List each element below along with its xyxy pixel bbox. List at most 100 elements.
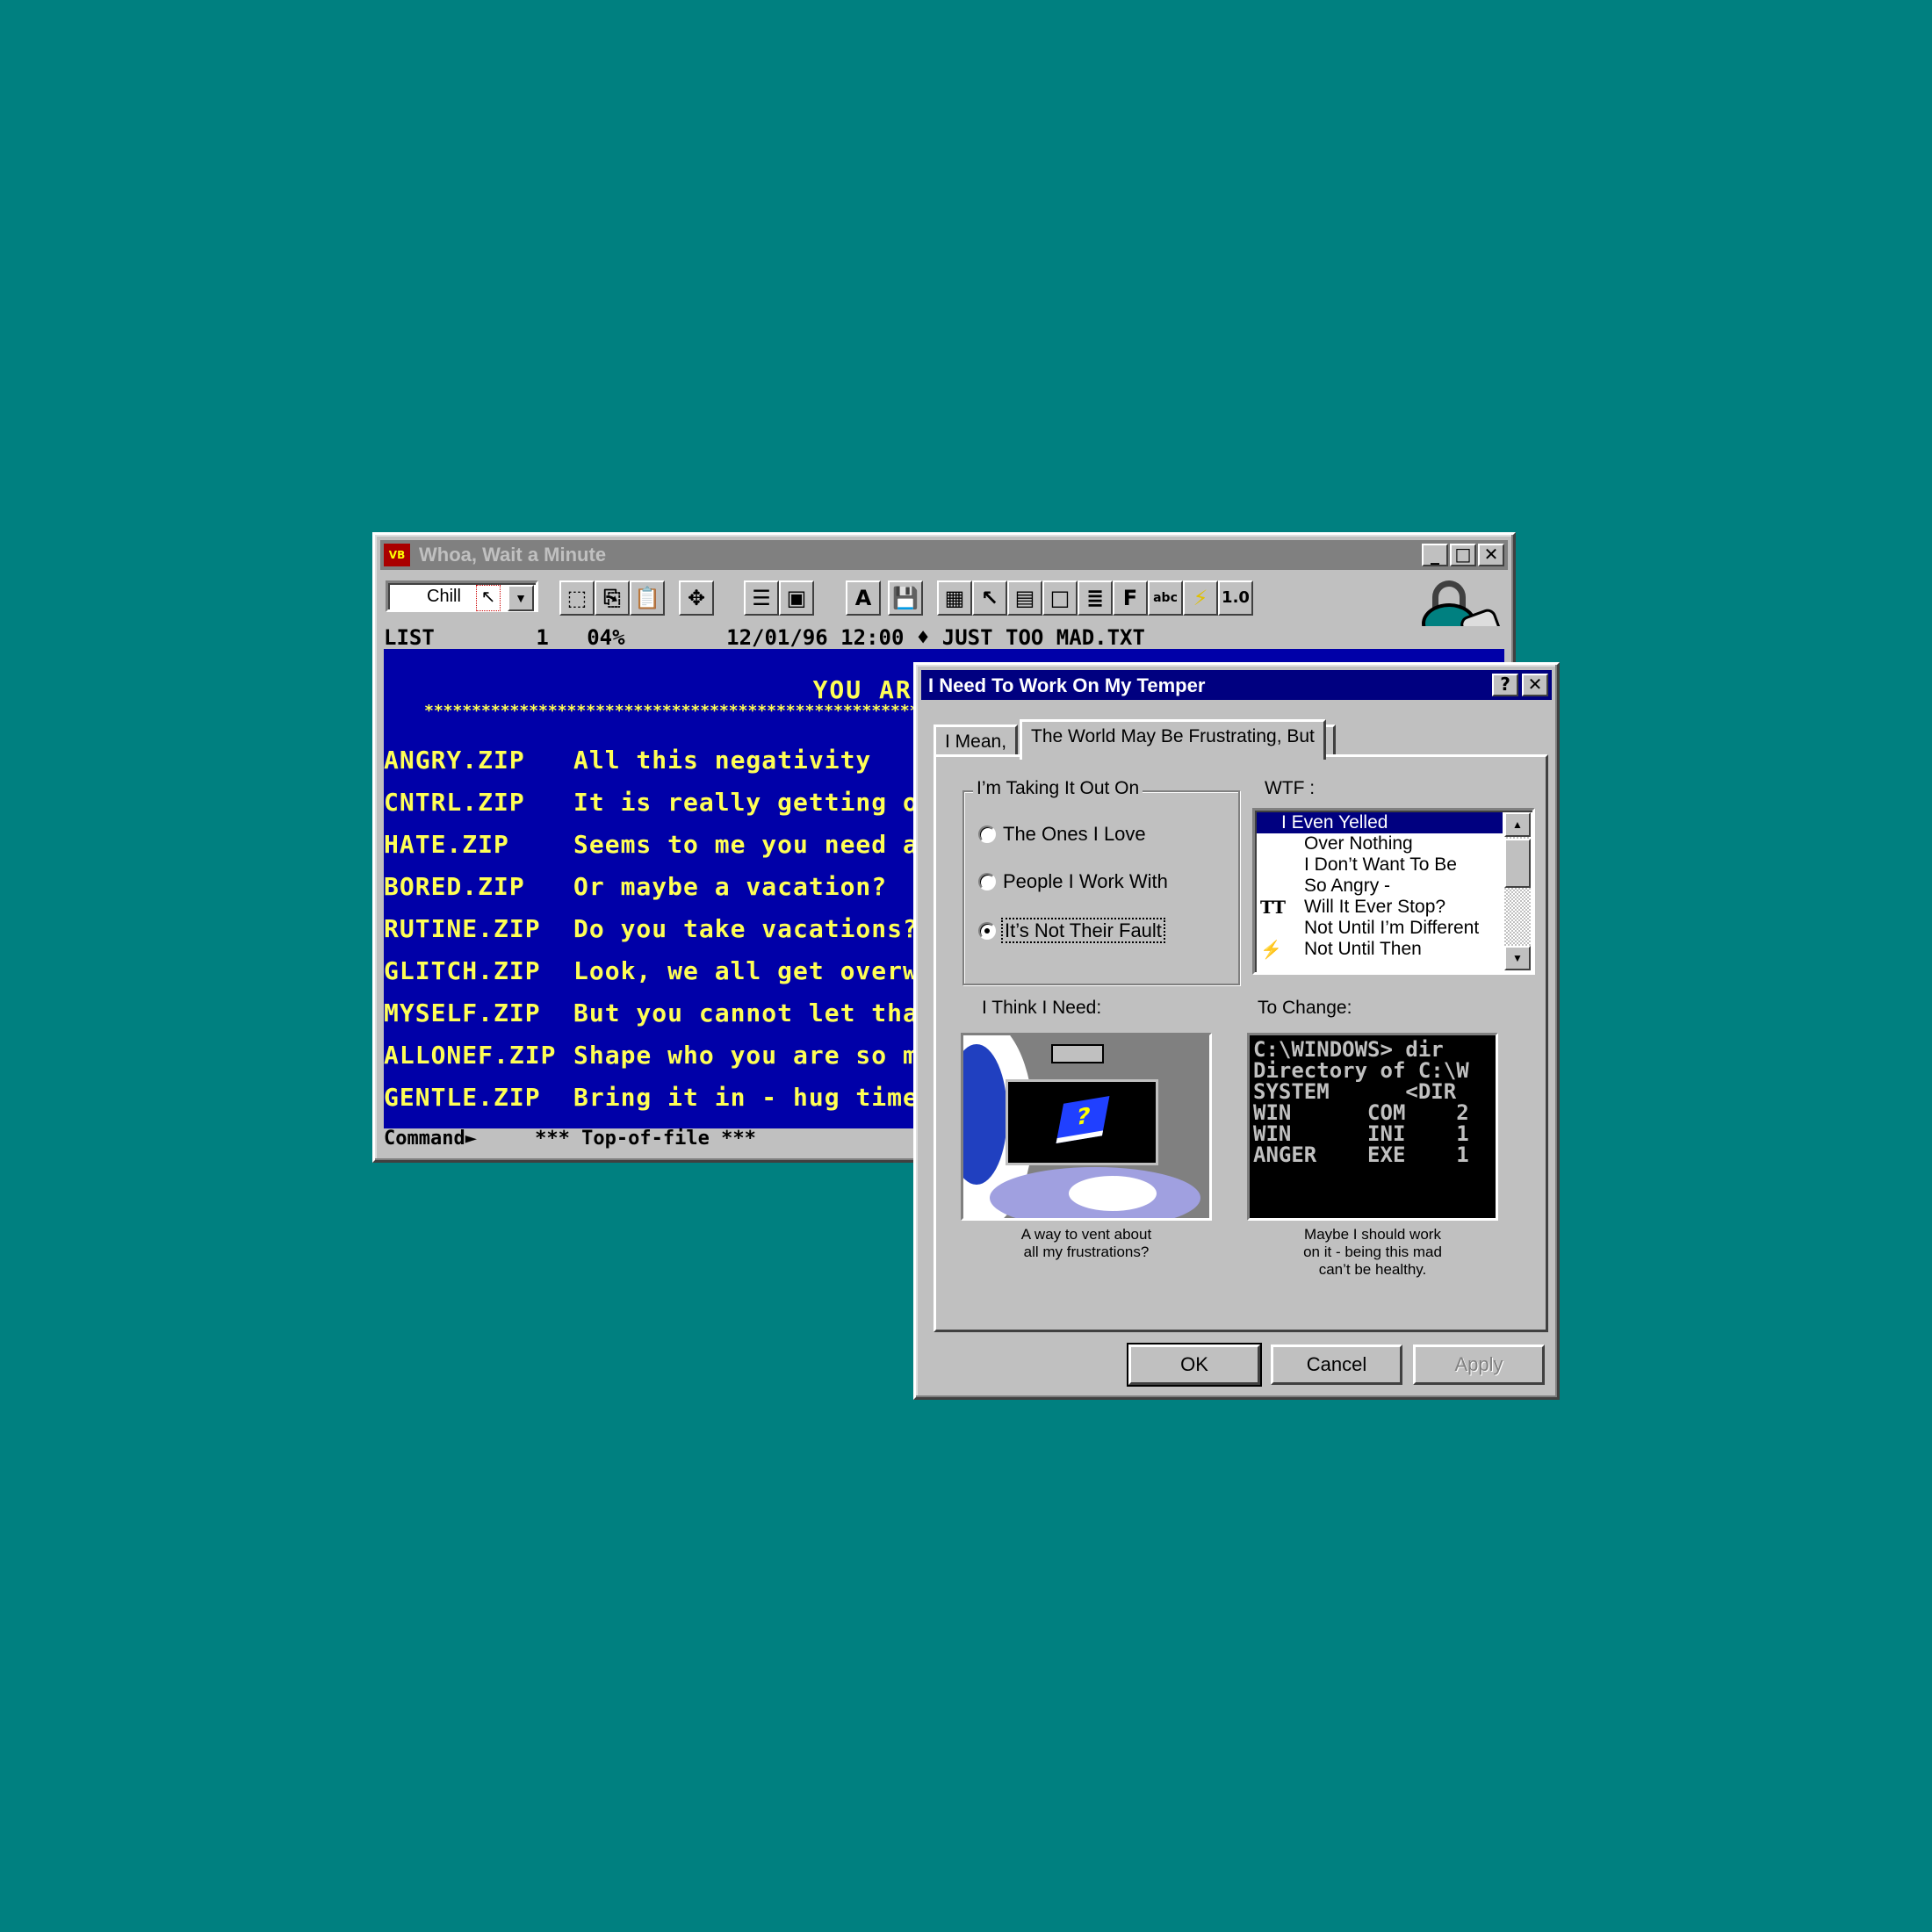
preview-window: ? — [1006, 1079, 1158, 1165]
dos-line: WIN INI 1 — [1253, 1121, 1469, 1146]
wtf-listbox[interactable]: I Even Yelled Over Nothing I Don’t Want To… — [1252, 808, 1535, 975]
help-button[interactable]: ? — [1492, 674, 1518, 696]
list-item[interactable]: Not Until I’m Different — [1257, 918, 1503, 939]
dos-line: WIN COM 2 — [1253, 1100, 1469, 1125]
taking-it-out-group: I’m Taking It Out On The Ones I Love Peo… — [962, 778, 1240, 985]
floppy-drive-icon — [1051, 1044, 1104, 1063]
minimize-button[interactable]: _ — [1422, 544, 1448, 566]
lightning-icon: ⚡ — [1260, 939, 1282, 960]
properties-icon[interactable]: ☰ — [744, 580, 779, 616]
dos-line: C:\WINDOWS> dir — [1253, 1037, 1444, 1062]
group-label: I’m Taking It Out On — [973, 778, 1143, 799]
close-button[interactable]: ✕ — [1522, 674, 1548, 696]
temper-dialog[interactable]: I Need To Work On My Temper ? ✕ I Mean, … — [913, 662, 1560, 1400]
tab-panel: I’m Taking It Out On The Ones I Love Peo… — [934, 754, 1548, 1332]
file-row[interactable]: GENTLE.ZIP Bring it in - hug time — [384, 1083, 919, 1112]
dialog-title: I Need To Work On My Temper — [928, 674, 1206, 696]
spellcheck-icon[interactable]: abc — [1148, 580, 1183, 616]
file-description: Look, we all get overw — [573, 956, 919, 985]
pointer-icon[interactable]: ↖ — [972, 580, 1007, 616]
file-row[interactable]: BORED.ZIP Or maybe a vacation? — [384, 872, 887, 901]
radio-people-i-work-with[interactable]: People I Work With — [978, 869, 1168, 896]
list-item[interactable]: TT Will It Ever Stop? — [1257, 897, 1503, 918]
apply-button[interactable]: Apply — [1413, 1344, 1545, 1385]
file-name: GLITCH.ZIP — [384, 956, 541, 985]
window-icon[interactable]: ▣ — [779, 580, 814, 616]
move-icon[interactable]: ✥ — [679, 580, 714, 616]
file-row[interactable]: CNTRL.ZIP It is really getting o — [384, 788, 919, 817]
maximize-button[interactable]: □ — [1450, 544, 1476, 566]
font-a-icon[interactable]: A — [846, 580, 881, 616]
mood-combo-value: Chill — [427, 587, 461, 606]
file-row[interactable]: GLITCH.ZIP Look, we all get overw — [384, 956, 919, 985]
dialog-titlebar[interactable]: I Need To Work On My Temper ? ✕ — [921, 670, 1552, 700]
listbox-scrollbar[interactable]: ▲ ▼ — [1504, 812, 1531, 970]
editor-title: Whoa, Wait a Minute — [419, 544, 607, 566]
radio-not-their-fault[interactable]: It’s Not Their Fault — [978, 918, 1165, 945]
app-icon[interactable]: VB — [384, 544, 410, 566]
change-caption: Maybe I should work on it - being this ma… — [1303, 1226, 1442, 1278]
font-icon: TT — [1260, 897, 1287, 918]
file-description: Or maybe a vacation? — [573, 872, 888, 901]
save-icon[interactable]: 💾 — [888, 580, 923, 616]
scroll-down-icon[interactable]: ▼ — [1504, 946, 1531, 970]
list-item-label: Over Nothing — [1304, 833, 1413, 854]
scroll-thumb[interactable] — [1504, 839, 1531, 888]
list-item-label: So Angry - — [1304, 876, 1391, 896]
list-item[interactable]: I Don’t Want To Be — [1257, 854, 1503, 876]
list-item[interactable]: ⚡ Not Until Then — [1257, 939, 1503, 960]
note-icon[interactable]: □ — [1042, 580, 1078, 616]
file-name: BORED.ZIP — [384, 872, 525, 901]
list-item-label: I Don’t Want To Be — [1304, 854, 1457, 875]
font-f-icon[interactable]: F — [1113, 580, 1148, 616]
list-item[interactable]: Over Nothing — [1257, 833, 1503, 854]
tab-world-frustrating[interactable]: The World May Be Frustrating, But — [1020, 719, 1326, 760]
paste-icon[interactable]: 📋 — [630, 580, 665, 616]
dos-line: SYSTEM <DIR — [1253, 1079, 1457, 1104]
editor-titlebar[interactable]: VB Whoa, Wait a Minute _ □ ✕ — [380, 540, 1508, 570]
tab-i-mean[interactable]: I Mean, — [934, 724, 1019, 758]
version-button[interactable]: 1.0 — [1218, 580, 1253, 616]
lightning-icon[interactable]: ⚡ — [1183, 580, 1218, 616]
chevron-down-icon[interactable]: ▼ — [508, 585, 534, 611]
radio-ones-i-love[interactable]: The Ones I Love — [978, 822, 1146, 848]
list-item[interactable]: I Even Yelled — [1257, 812, 1503, 833]
scroll-up-icon[interactable]: ▲ — [1504, 812, 1531, 837]
list-item-label: Not Until Then — [1304, 939, 1422, 959]
file-row[interactable]: HATE.ZIP Seems to me you need a — [384, 830, 919, 859]
file-name: HATE.ZIP — [384, 830, 509, 859]
list-icon[interactable]: ≣ — [1078, 580, 1113, 616]
status-line: LIST 1 04% 12/01/96 12:00 ♦ JUST TOO MAD… — [384, 626, 1504, 649]
file-row[interactable]: ANGRY.ZIP All this negativity — [384, 746, 871, 775]
cancel-button[interactable]: Cancel — [1271, 1344, 1402, 1385]
document-icon[interactable]: ▤ — [1007, 580, 1042, 616]
file-row[interactable]: ALLONEF.ZIP Shape who you are so m — [384, 1041, 919, 1070]
file-description: Do you take vacations? — [573, 914, 919, 943]
file-row[interactable]: MYSELF.ZIP But you cannot let tha — [384, 998, 919, 1027]
file-name: GENTLE.ZIP — [384, 1083, 541, 1112]
ok-button[interactable]: OK — [1127, 1343, 1262, 1387]
list-item-label: Not Until I’m Different — [1304, 918, 1480, 938]
mood-combo[interactable]: Chill ↖ ▼ — [386, 580, 538, 612]
file-name: RUTINE.ZIP — [384, 914, 541, 943]
list-item-label: I Even Yelled — [1281, 812, 1388, 833]
select-icon[interactable]: ⬚ — [559, 580, 595, 616]
dos-line: Directory of C:\W — [1253, 1058, 1469, 1083]
think-i-need-label: I Think I Need: — [982, 998, 1102, 1018]
file-name: ANGRY.ZIP — [384, 746, 525, 775]
cursor-icon: ↖ — [476, 585, 501, 611]
file-row[interactable]: RUTINE.ZIP Do you take vacations? — [384, 914, 919, 943]
copy-icon[interactable]: ⎘ — [595, 580, 630, 616]
list-item-label: Will It Ever Stop? — [1304, 897, 1446, 917]
close-button[interactable]: ✕ — [1478, 544, 1504, 566]
list-item[interactable]: So Angry - — [1257, 876, 1503, 897]
help-book-icon: ? — [1056, 1096, 1110, 1143]
file-description: It is really getting o — [573, 788, 919, 817]
wtf-label: WTF : — [1265, 778, 1316, 798]
file-description: But you cannot let tha — [573, 998, 919, 1027]
file-name: CNTRL.ZIP — [384, 788, 525, 817]
grid-icon[interactable]: ▦ — [937, 580, 972, 616]
file-description: All this negativity — [573, 746, 872, 775]
dos-line: ANGER EXE 1 — [1253, 1143, 1469, 1167]
to-change-label: To Change: — [1258, 998, 1352, 1018]
